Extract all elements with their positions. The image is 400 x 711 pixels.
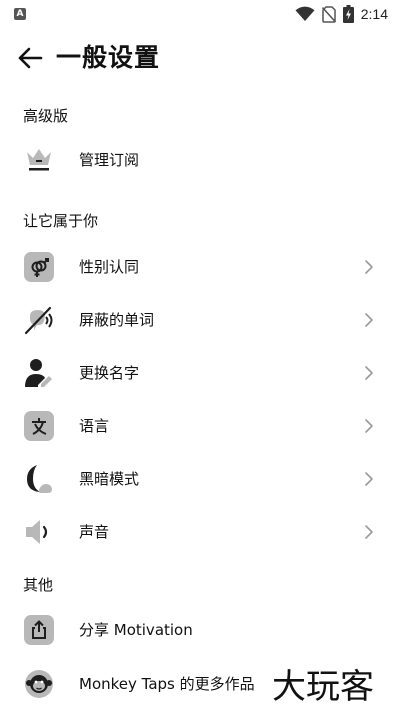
chevron-right-icon — [365, 260, 373, 274]
crown-icon — [27, 149, 51, 171]
settings-item-change-name[interactable]: 更换名字 — [0, 349, 400, 397]
monkey-icon — [25, 670, 53, 698]
settings-item-label: 分享 Motivation — [79, 621, 193, 639]
battery-charging-icon — [342, 5, 354, 23]
gender-icon — [24, 252, 54, 282]
settings-item-sound[interactable]: 声音 — [0, 508, 400, 556]
person-edit-icon — [25, 359, 52, 387]
app-bar: 一般设置 — [0, 36, 400, 80]
page-title: 一般设置 — [56, 43, 161, 72]
speaker-icon — [26, 520, 48, 544]
chevron-right-icon — [365, 366, 373, 380]
status-bar: A 2:14 — [0, 0, 400, 28]
settings-item-label: 管理订阅 — [79, 151, 140, 169]
settings-item-dark-mode[interactable]: 黑暗模式 — [0, 455, 400, 503]
settings-item-label: 黑暗模式 — [79, 470, 140, 488]
back-button[interactable] — [14, 42, 46, 74]
settings-item-language[interactable]: 语言 — [0, 402, 400, 450]
watermark-logo: 大玩客 — [272, 667, 374, 707]
settings-item-label: 声音 — [79, 523, 110, 541]
chevron-right-icon — [365, 313, 373, 327]
settings-item-label: 语言 — [79, 417, 110, 435]
chevron-right-icon — [365, 419, 373, 433]
settings-item-label: 更换名字 — [79, 364, 140, 382]
chevron-right-icon — [365, 472, 373, 486]
settings-item-label: 性别认同 — [79, 258, 140, 276]
settings-item-label: Monkey Taps 的更多作品 — [79, 675, 255, 693]
status-time: 2:14 — [360, 6, 388, 22]
status-icons: 2:14 — [295, 4, 388, 24]
wifi-icon — [295, 6, 315, 21]
settings-item-manage-subscription[interactable]: 管理订阅 — [0, 136, 400, 184]
no-sim-icon — [321, 5, 336, 23]
share-icon — [24, 615, 54, 645]
language-icon — [24, 411, 54, 441]
section-header-premium: 高级版 — [23, 107, 69, 125]
settings-item-label: 屏蔽的单词 — [79, 311, 155, 329]
settings-item-blocked-words[interactable]: 屏蔽的单词 — [0, 296, 400, 344]
section-header-personal: 让它属于你 — [23, 212, 99, 230]
settings-item-share[interactable]: 分享 Motivation — [0, 606, 400, 654]
dark-mode-icon — [27, 465, 52, 493]
chevron-right-icon — [365, 525, 373, 539]
settings-item-gender-identity[interactable]: 性别认同 — [0, 243, 400, 291]
notification-app-icon: A — [14, 8, 26, 20]
muted-speech-icon — [24, 306, 53, 335]
section-header-other: 其他 — [23, 576, 54, 594]
arrow-left-icon — [18, 47, 43, 69]
watermark-text: 大玩客 — [272, 667, 374, 707]
